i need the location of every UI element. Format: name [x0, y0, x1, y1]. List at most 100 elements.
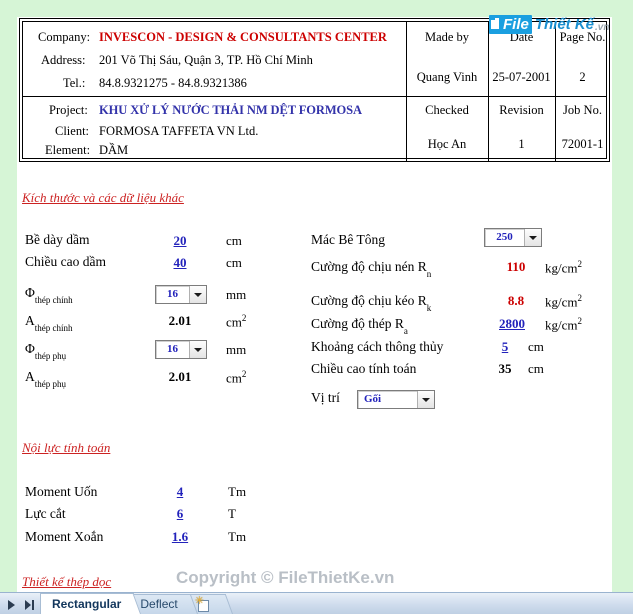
- date-value: 25-07-2001: [492, 70, 551, 84]
- tel-label: Tel.:: [63, 76, 86, 90]
- combo-phi-thep-chinh[interactable]: 16: [155, 285, 207, 304]
- label-chieu-cao-tinh-toan: Chiều cao tính toán: [311, 361, 417, 376]
- label-ra-sub: a: [403, 325, 408, 336]
- unit-phi-thep-phu: mm: [226, 342, 247, 357]
- input-moment-xoan[interactable]: 1.6: [160, 529, 200, 545]
- label-cuong-do-thep-text: Cường độ thép R: [311, 316, 404, 331]
- unit-rn-sup: 2: [577, 259, 583, 269]
- client-value: FORMOSA TAFFETA VN Ltd.: [99, 124, 259, 138]
- section-heading-rebar: Thiết kế thép dọc: [22, 574, 112, 589]
- new-sheet-icon: ✳: [195, 596, 210, 613]
- title-block-table: Company: INVESCON - DESIGN & CONSULTANTS…: [19, 18, 610, 162]
- unit-cuong-do-thep: kg/cm2: [545, 316, 582, 333]
- label-a-thep-chinh-sub: thép chính: [34, 322, 73, 333]
- input-moment-uon[interactable]: 4: [160, 484, 200, 500]
- unit-a-thep-chinh-sup: 2: [241, 313, 247, 323]
- output-cuong-do-chiu-keo: 8.8: [507, 293, 525, 308]
- output-a-thep-phu: 2.01: [168, 369, 192, 384]
- label-cuong-do-chiu-keo-text: Cường độ chịu kéo R: [311, 293, 427, 308]
- unit-rk-base: kg/cm: [545, 294, 578, 310]
- combo-vi-tri[interactable]: Gối: [357, 390, 435, 409]
- unit-rk-sup: 2: [577, 293, 583, 303]
- last-sheet-icon[interactable]: [25, 599, 36, 610]
- client-label: Client:: [55, 124, 90, 138]
- unit-moment-uon: Tm: [228, 484, 247, 499]
- label-phi-thep-phu-sub: thép phụ: [34, 350, 67, 361]
- logo-vn-text: .vn: [595, 22, 610, 33]
- combo-mac-be-tong-value: 250: [496, 231, 513, 243]
- label-phi-symbol-1: Φ: [25, 285, 35, 300]
- sheet-tab-rectangular[interactable]: Rectangular: [40, 593, 142, 614]
- copyright-watermark: Copyright © FileThietKe.vn: [176, 568, 395, 587]
- combo-phi-thep-chinh-value: 16: [167, 288, 178, 300]
- label-vi-tri: Vị trí: [311, 390, 340, 405]
- made-by-value: Quang Vinh: [416, 70, 478, 84]
- output-a-thep-chinh: 2.01: [168, 313, 192, 328]
- tel-value: 84.8.9321275 - 84.8.9321386: [99, 76, 247, 90]
- chevron-down-icon[interactable]: [189, 286, 206, 303]
- label-cuong-do-chiu-keo: Cường độ chịu kéo Rk: [311, 293, 431, 313]
- section-heading-dimensions: Kích thước và các dữ liệu khác: [22, 190, 184, 205]
- job-header: Job No.: [563, 103, 602, 117]
- tab-slant-3: [212, 595, 233, 614]
- address-value: 201 Võ Thị Sáu, Quận 3, TP. Hồ Chí Minh: [99, 53, 313, 67]
- unit-a-thep-chinh-base: cm: [226, 314, 242, 330]
- label-chieu-cao-dam: Chiều cao dầm: [25, 254, 106, 269]
- element-value: DẦM: [99, 143, 129, 157]
- combo-mac-be-tong[interactable]: 250: [484, 228, 542, 247]
- filethietke-logo: File Thiết Kế .vn: [489, 13, 609, 35]
- sheet-nav-buttons[interactable]: [0, 594, 40, 614]
- made-by-header: Made by: [424, 30, 470, 44]
- checked-value: Học An: [427, 137, 467, 151]
- label-khoang-cach-thong-thuy: Khoảng cách thông thủy: [311, 339, 444, 354]
- chevron-down-icon[interactable]: [417, 391, 434, 408]
- sheet-tab-rectangular-label: Rectangular: [52, 597, 122, 611]
- input-khoang-cach-thong-thuy[interactable]: 5: [489, 339, 521, 355]
- output-chieu-cao-tinh-toan: 35: [498, 361, 512, 376]
- chevron-down-icon[interactable]: [189, 341, 206, 358]
- label-a-thep-phu-sub: thép phụ: [34, 378, 66, 389]
- company-label: Company:: [38, 30, 91, 44]
- checked-header: Checked: [425, 103, 469, 117]
- input-cuong-do-thep[interactable]: 2800: [489, 316, 535, 332]
- label-cuong-do-chiu-nen-text: Cường độ chịu nén R: [311, 259, 427, 274]
- next-sheet-icon[interactable]: [6, 599, 17, 610]
- logo-file-block: File: [489, 14, 532, 34]
- job-value: 72001-1: [561, 137, 604, 151]
- label-phi-thep-phu: Φthép phụ: [25, 341, 67, 361]
- worksheet-canvas[interactable]: Company: INVESCON - DESIGN & CONSULTANTS…: [0, 0, 612, 592]
- unit-a-thep-phu-sup: 2: [241, 369, 247, 379]
- input-chieu-cao-dam[interactable]: 40: [155, 255, 205, 271]
- revision-value: 1: [518, 137, 525, 151]
- label-rn-sub: n: [426, 268, 432, 279]
- address-label: Address:: [41, 53, 86, 67]
- unit-ra-sup: 2: [577, 316, 583, 326]
- sheet-tab-bar[interactable]: Rectangular Deflect ✳: [0, 592, 633, 614]
- unit-luc-cat: T: [228, 506, 236, 521]
- combo-phi-thep-phu-value: 16: [167, 343, 178, 355]
- label-phi-thep-chinh-sub: thép chính: [34, 294, 73, 305]
- element-label: Element:: [45, 143, 91, 157]
- unit-a-thep-phu-base: cm: [226, 370, 242, 386]
- label-phi-thep-chinh: Φthép chính: [25, 285, 73, 305]
- unit-khoang-cach-thong-thuy: cm: [528, 339, 544, 354]
- unit-a-thep-phu: cm2: [226, 369, 246, 386]
- page-value: 2: [579, 70, 586, 84]
- label-a-thep-phu: Athép phụ: [25, 369, 66, 389]
- label-moment-xoan: Moment Xoắn: [25, 529, 104, 544]
- sheet-tab-deflect-label: Deflect: [140, 597, 178, 611]
- combo-phi-thep-phu[interactable]: 16: [155, 340, 207, 359]
- unit-cuong-do-chiu-keo: kg/cm2: [545, 293, 582, 310]
- title-block-inner-border: Company: INVESCON - DESIGN & CONSULTANTS…: [22, 21, 607, 162]
- label-a-symbol-2: A: [25, 369, 35, 384]
- input-be-day-dam[interactable]: 20: [155, 233, 205, 249]
- chevron-down-icon[interactable]: [524, 229, 541, 246]
- unit-moment-xoan: Tm: [228, 529, 247, 544]
- section-heading-forces: Nội lực tính toán: [22, 440, 111, 455]
- unit-ra-base: kg/cm: [545, 317, 578, 333]
- label-a-thep-chinh: Athép chính: [25, 313, 73, 333]
- unit-rn-base: kg/cm: [545, 260, 578, 276]
- unit-cuong-do-chiu-nen: kg/cm2: [545, 259, 582, 276]
- label-cuong-do-chiu-nen: Cường độ chịu nén Rn: [311, 259, 432, 279]
- input-luc-cat[interactable]: 6: [160, 506, 200, 522]
